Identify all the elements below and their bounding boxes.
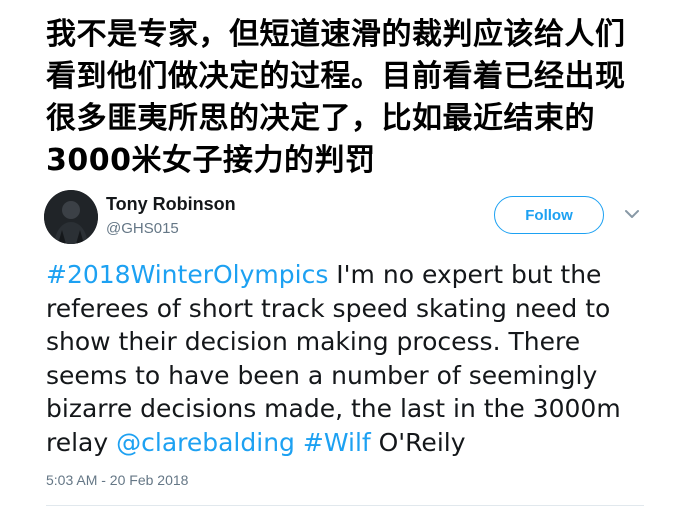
follow-button[interactable]: Follow: [494, 196, 604, 234]
tweet-line-6-end: O'Reily: [370, 427, 466, 457]
author-name[interactable]: Tony Robinson: [106, 194, 236, 215]
tweet-divider: [46, 505, 644, 506]
tweet-line-6: relay @clarebalding #Wilf O'Reily: [46, 426, 666, 460]
tweet-line-4: seems to have been a number of seemingly: [46, 360, 598, 390]
tweet-line-3: show their decision making process. Ther…: [46, 327, 581, 356]
tweet-line-5: bizarre decisions made, the last in the …: [46, 394, 621, 423]
author-handle[interactable]: @GHS015: [106, 220, 179, 237]
caption-line-2: 看到他们做决定的过程。目前看着已经出现: [46, 59, 626, 94]
tweet-line-2: referees of short track speed skating ne…: [46, 293, 611, 323]
tweet-line-6-space: [295, 428, 303, 457]
caption-line-3: 很多匪夷所思的决定了，比如最近结束的: [46, 101, 595, 136]
chinese-caption: 我不是专家，但短道速滑的裁判应该给人们 看到他们做决定的过程。目前看着已经出现 …: [46, 14, 666, 182]
hashtag-link-2018winterolympics[interactable]: #2018WinterOlympics: [46, 260, 328, 289]
tweet-line-1-text: I'm no expert but the: [328, 260, 602, 289]
tweet-timestamp[interactable]: 5:03 AM - 20 Feb 2018: [46, 472, 188, 488]
caption-line-1: 我不是专家，但短道速滑的裁判应该给人们: [46, 17, 626, 52]
author-avatar[interactable]: [44, 190, 98, 244]
tweet-line-1: #2018WinterOlympics I'm no expert but th…: [46, 258, 666, 292]
mention-link-clarebalding[interactable]: @clarebalding: [116, 428, 295, 457]
hashtag-link-wilf[interactable]: #Wilf: [303, 428, 371, 457]
chevron-down-icon[interactable]: [624, 208, 640, 220]
caption-line-4: 3000米女子接力的判罚: [46, 143, 376, 178]
tweet-line-6-start: relay: [46, 427, 117, 457]
avatar-photo-icon: [44, 190, 98, 244]
tweet-text: #2018WinterOlympics I'm no expert but th…: [46, 258, 666, 459]
